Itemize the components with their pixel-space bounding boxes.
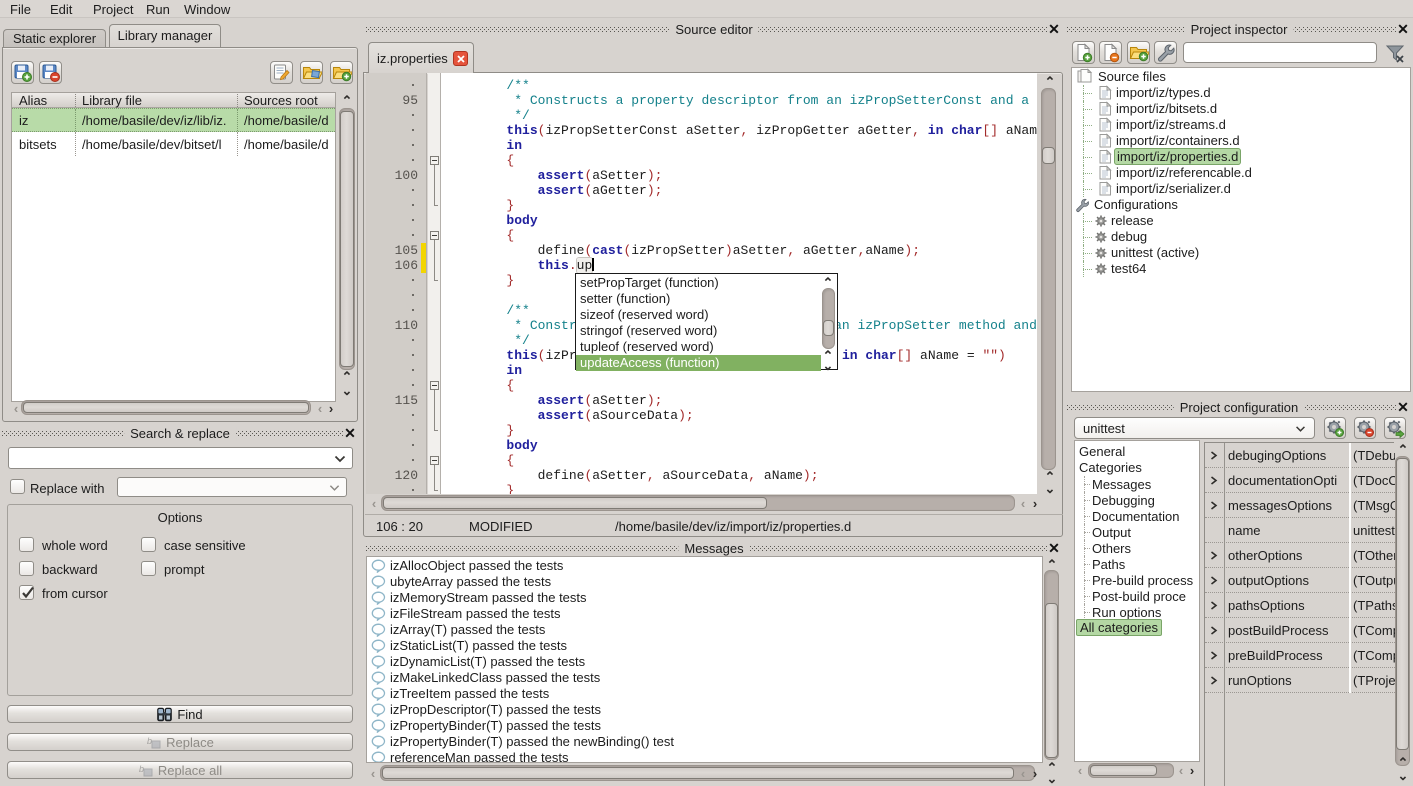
svg-text:b: b xyxy=(139,764,144,774)
svg-text:b: b xyxy=(147,736,152,746)
